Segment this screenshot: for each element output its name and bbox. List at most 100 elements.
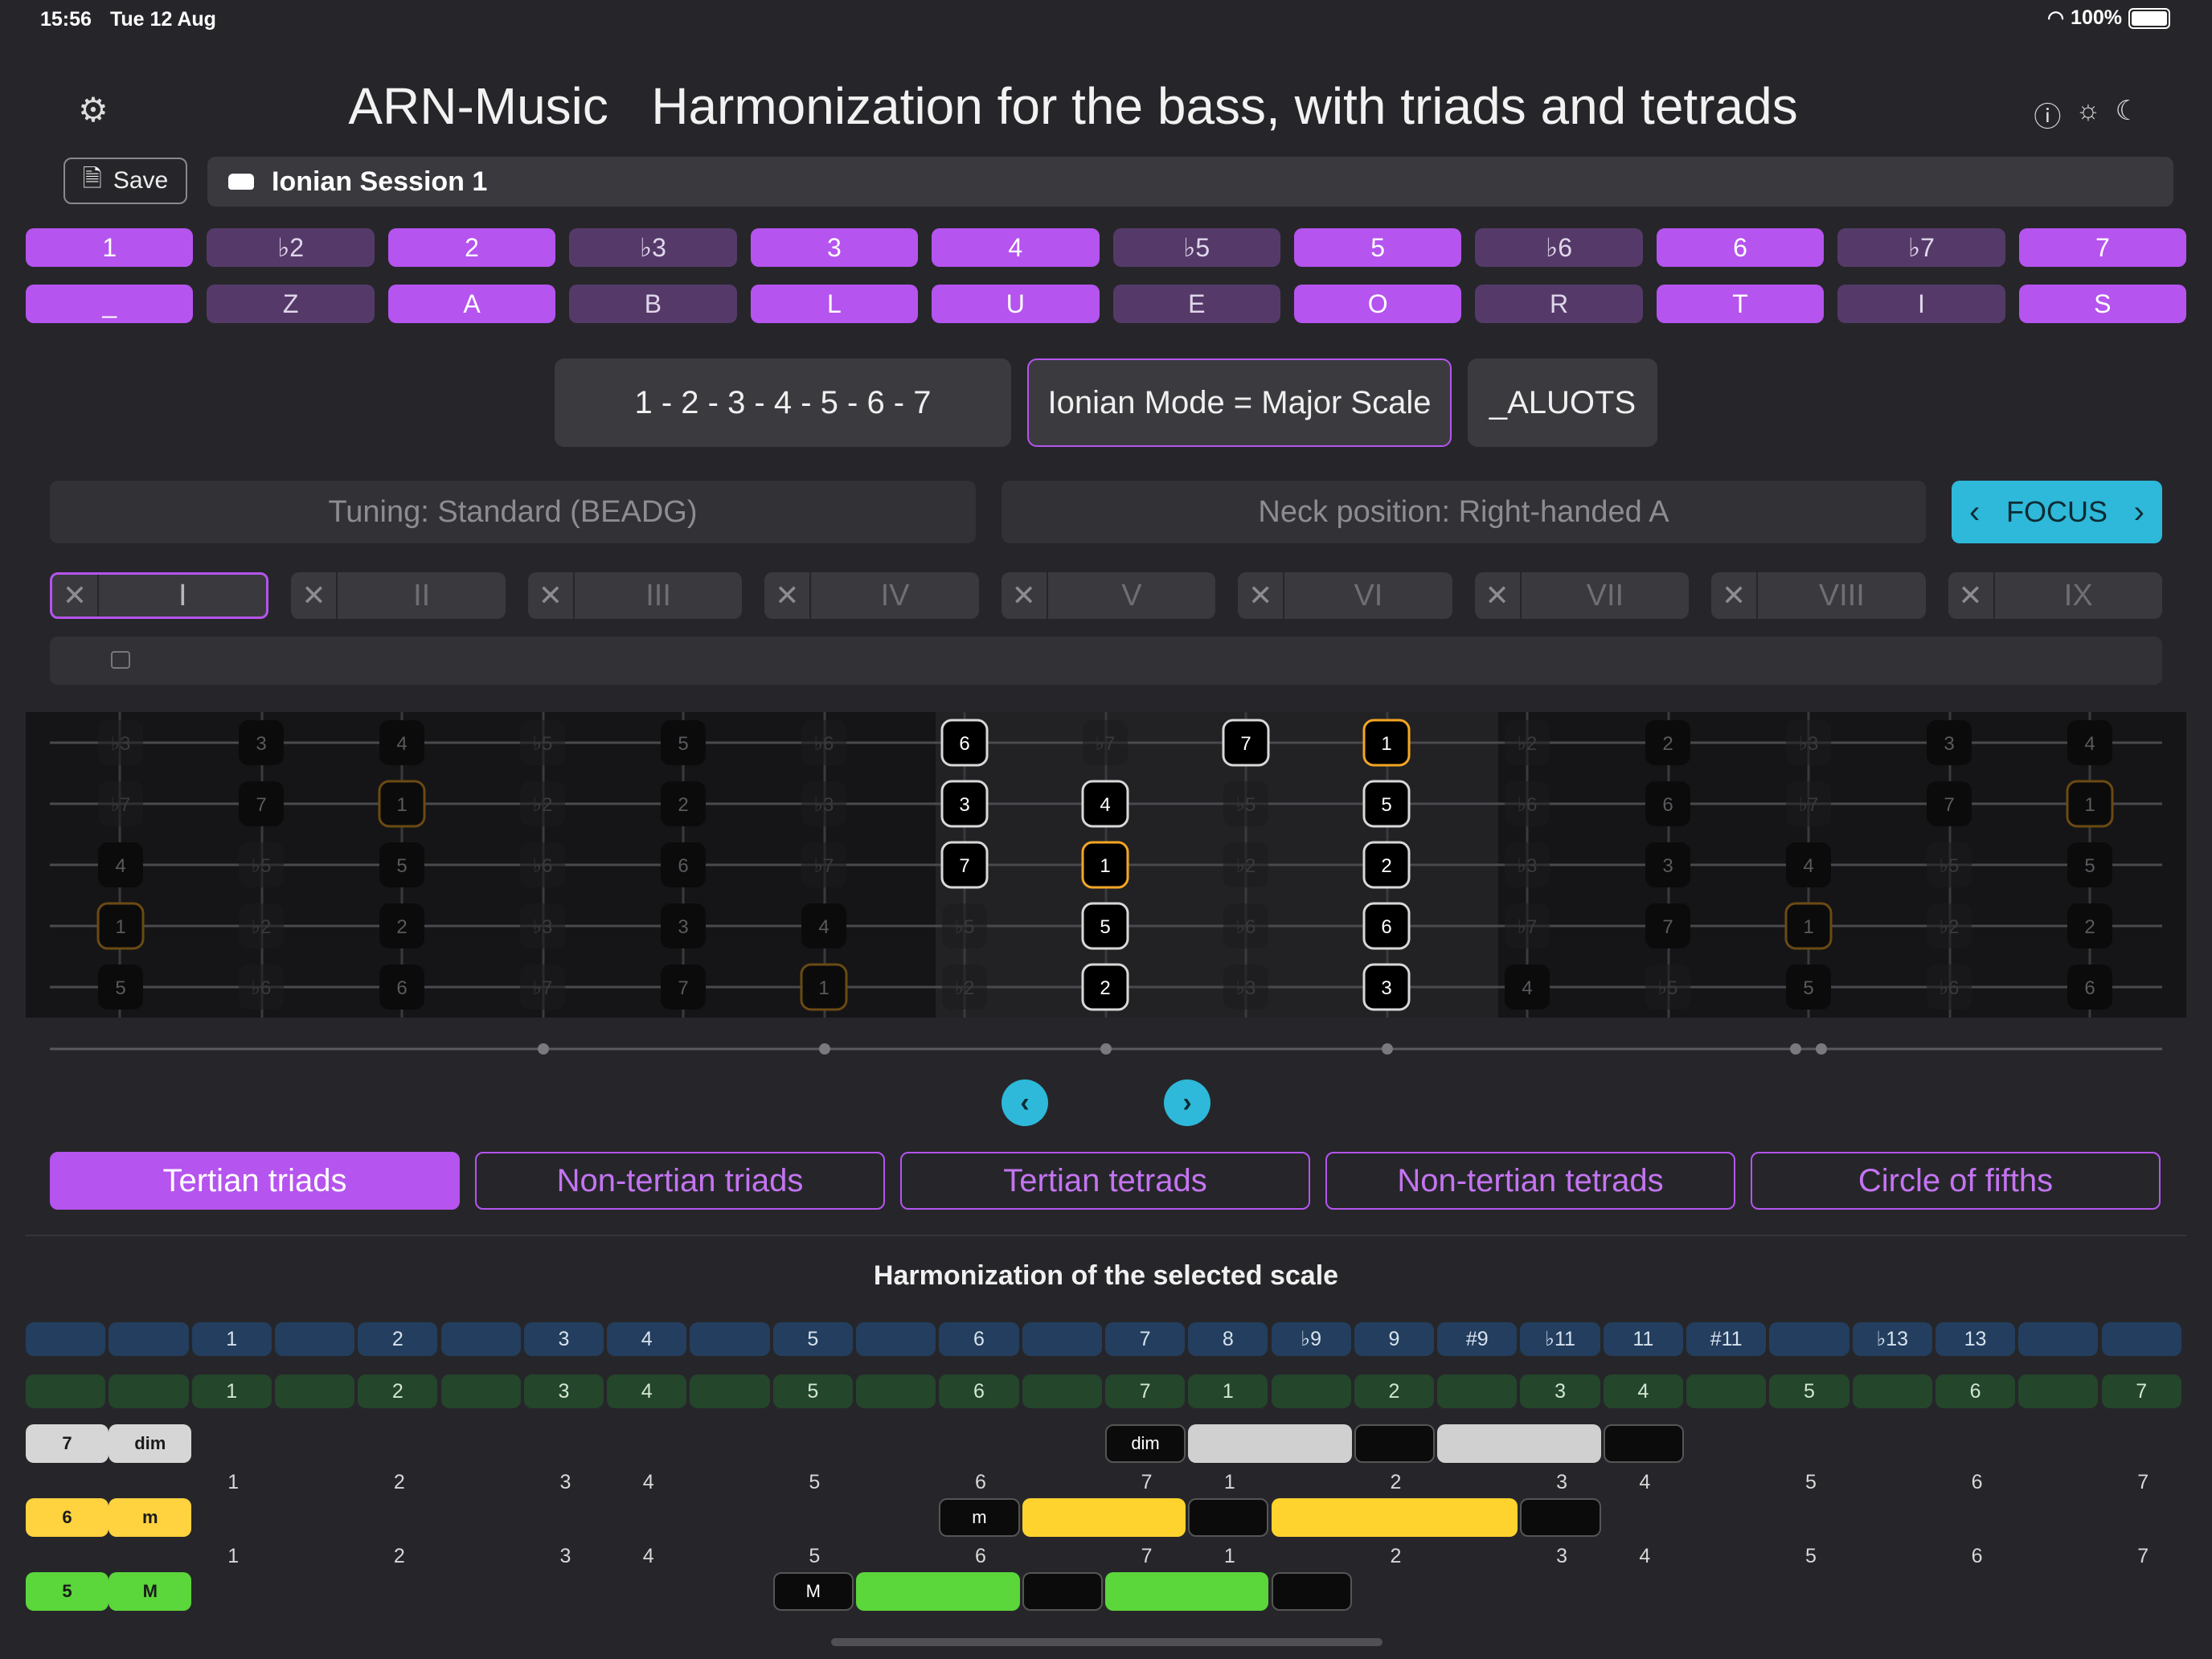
fret-note[interactable]: 7 (1927, 781, 1972, 826)
focus-button[interactable]: ‹ FOCUS › (1952, 481, 2162, 543)
fret-note[interactable]: ♭5 (1927, 842, 1972, 887)
chord-degree-badge[interactable]: 7 (26, 1424, 109, 1463)
fret-note[interactable]: 6 (1362, 902, 1411, 950)
position-tab-9[interactable]: ✕ IX (1948, 572, 2162, 619)
fret-note[interactable]: 1 (1362, 719, 1411, 767)
calendar-icon[interactable] (111, 651, 130, 669)
fret-note[interactable]: 5 (379, 842, 424, 887)
fret-note[interactable]: 3 (1645, 842, 1690, 887)
degree-button-3[interactable]: 2 (387, 228, 556, 267)
fret-note[interactable]: ♭5 (1223, 781, 1268, 826)
position-tab-6[interactable]: ✕ VI (1238, 572, 1452, 619)
tuning-selector[interactable]: Tuning: Standard (BEADG) (50, 481, 976, 543)
fret-note[interactable]: 3 (239, 720, 284, 765)
fret-note[interactable]: 2 (1362, 841, 1411, 889)
letter-button-5[interactable]: L (750, 285, 919, 323)
position-tab-3[interactable]: ✕ III (527, 572, 743, 619)
letter-button-11[interactable]: I (1837, 285, 2005, 323)
fret-note[interactable]: 1 (96, 902, 145, 950)
fret-note[interactable]: ♭3 (1786, 720, 1831, 765)
fret-note[interactable]: ♭2 (942, 965, 987, 1010)
chevron-left-icon[interactable]: ‹ (1969, 494, 1980, 530)
fret-note[interactable]: 5 (2067, 842, 2112, 887)
sun-icon[interactable]: ☼ (2075, 95, 2100, 134)
position-tab-2[interactable]: ✕ II (291, 572, 506, 619)
letter-button-6[interactable]: U (932, 285, 1100, 323)
fret-note[interactable]: 5 (98, 965, 143, 1010)
fret-note[interactable]: 4 (1081, 780, 1129, 828)
fret-note[interactable]: ♭7 (1786, 781, 1831, 826)
fret-note[interactable]: 2 (1081, 963, 1129, 1011)
position-tab-7[interactable]: ✕ VII (1474, 572, 1690, 619)
fret-note[interactable]: 4 (2067, 720, 2112, 765)
fret-note[interactable]: ♭3 (520, 903, 565, 948)
fret-note[interactable]: 4 (801, 903, 846, 948)
position-tab-5[interactable]: ✕ V (1001, 572, 1216, 619)
close-icon[interactable]: ✕ (1475, 572, 1522, 619)
fret-note[interactable]: ♭7 (98, 781, 143, 826)
fret-note[interactable]: 5 (1786, 965, 1831, 1010)
fret-note[interactable]: ♭2 (1223, 842, 1268, 887)
fret-note[interactable]: 7 (940, 841, 989, 889)
fret-note[interactable]: 7 (1645, 903, 1690, 948)
position-tab-8[interactable]: ✕ VIII (1711, 572, 1926, 619)
fret-note[interactable]: ♭3 (801, 781, 846, 826)
fret-note[interactable]: 5 (1081, 902, 1129, 950)
fret-note[interactable]: 6 (940, 719, 989, 767)
close-icon[interactable]: ✕ (1711, 572, 1759, 619)
fret-note[interactable]: 1 (378, 780, 426, 828)
fret-note[interactable]: 5 (661, 720, 706, 765)
fret-note[interactable]: 6 (2067, 965, 2112, 1010)
fret-note[interactable]: 2 (379, 903, 424, 948)
fret-note[interactable]: ♭6 (801, 720, 846, 765)
close-icon[interactable]: ✕ (1002, 572, 1048, 619)
chord-degree-badge[interactable]: 6 (26, 1498, 109, 1537)
neck-position-selector[interactable]: Neck position: Right-handed A (1002, 481, 1926, 543)
fret-note[interactable]: ♭6 (1223, 903, 1268, 948)
session-field[interactable]: Ionian Session 1 (207, 157, 2173, 207)
degree-button-5[interactable]: 3 (750, 228, 919, 267)
chord-quality-badge[interactable]: m (109, 1498, 192, 1537)
fret-note[interactable]: ♭5 (520, 720, 565, 765)
fret-note[interactable]: 3 (1362, 963, 1411, 1011)
fret-note[interactable]: 6 (1645, 781, 1690, 826)
degree-button-2[interactable]: ♭2 (207, 228, 375, 267)
fret-note[interactable]: 7 (239, 781, 284, 826)
fret-note[interactable]: 3 (661, 903, 706, 948)
letter-button-12[interactable]: S (2018, 285, 2187, 323)
fret-note[interactable]: 6 (379, 965, 424, 1010)
fret-note[interactable]: ♭6 (239, 965, 284, 1010)
fret-note[interactable]: 4 (1505, 965, 1550, 1010)
chord-quality-badge[interactable]: M (109, 1572, 192, 1611)
letter-button-8[interactable]: O (1293, 285, 1462, 323)
fret-note[interactable]: 3 (940, 780, 989, 828)
tab-non-tertian-tetrads[interactable]: Non-tertian tetrads (1325, 1152, 1735, 1210)
fret-note[interactable]: ♭6 (1927, 965, 1972, 1010)
fret-note[interactable]: 2 (1645, 720, 1690, 765)
position-tab-4[interactable]: ✕ IV (764, 572, 979, 619)
save-button[interactable]: 🗎 Save (63, 158, 187, 204)
degree-button-1[interactable]: 1 (26, 228, 194, 267)
fret-note[interactable]: ♭6 (520, 842, 565, 887)
close-icon[interactable]: ✕ (1948, 572, 1995, 619)
chord-degree-badge[interactable]: 5 (26, 1572, 109, 1611)
fret-note[interactable]: 4 (1786, 842, 1831, 887)
tab-tertian-triads[interactable]: Tertian triads (50, 1152, 460, 1210)
fret-note[interactable]: ♭2 (520, 781, 565, 826)
degree-button-9[interactable]: ♭6 (1475, 228, 1643, 267)
close-icon[interactable]: ✕ (52, 575, 99, 616)
letter-button-4[interactable]: B (569, 285, 737, 323)
position-tab-1[interactable]: ✕ I (50, 572, 269, 619)
fret-note[interactable]: ♭7 (520, 965, 565, 1010)
fret-note[interactable]: 5 (1362, 780, 1411, 828)
fret-note[interactable]: 1 (800, 963, 848, 1011)
letter-button-9[interactable]: R (1475, 285, 1643, 323)
letter-button-3[interactable]: A (387, 285, 556, 323)
fret-note[interactable]: ♭3 (1505, 842, 1550, 887)
fret-note[interactable]: 7 (661, 965, 706, 1010)
degree-button-4[interactable]: ♭3 (569, 228, 737, 267)
letter-button-2[interactable]: Z (207, 285, 375, 323)
notes-bar[interactable] (50, 637, 2162, 685)
close-icon[interactable]: ✕ (528, 572, 575, 619)
fret-note[interactable]: ♭5 (942, 903, 987, 948)
